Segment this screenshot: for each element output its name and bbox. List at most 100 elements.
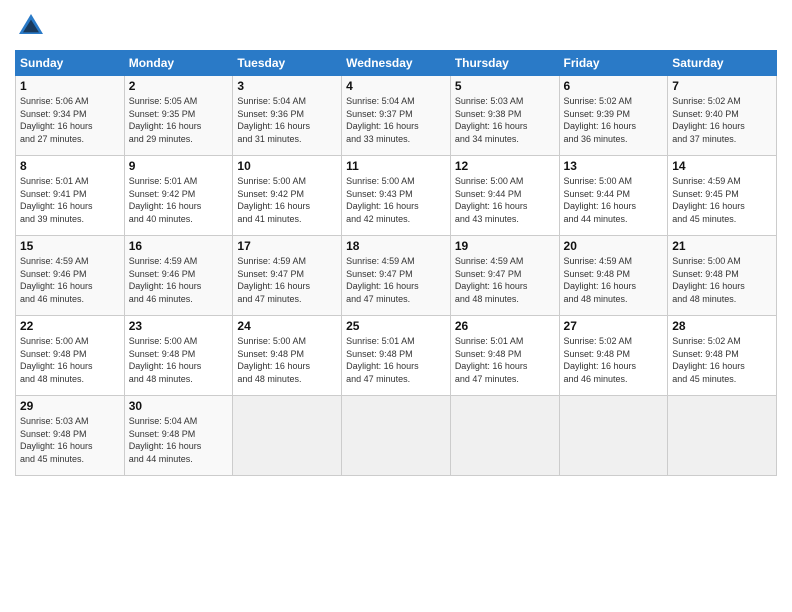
day-info: Sunrise: 5:00 AM Sunset: 9:42 PM Dayligh… bbox=[237, 175, 337, 225]
day-info: Sunrise: 5:06 AM Sunset: 9:34 PM Dayligh… bbox=[20, 95, 120, 145]
table-cell: 4 Sunrise: 5:04 AM Sunset: 9:37 PM Dayli… bbox=[342, 76, 451, 156]
day-number: 20 bbox=[564, 239, 664, 253]
table-cell: 22 Sunrise: 5:00 AM Sunset: 9:48 PM Dayl… bbox=[16, 316, 125, 396]
day-info: Sunrise: 4:59 AM Sunset: 9:45 PM Dayligh… bbox=[672, 175, 772, 225]
day-info: Sunrise: 4:59 AM Sunset: 9:47 PM Dayligh… bbox=[346, 255, 446, 305]
table-cell: 26 Sunrise: 5:01 AM Sunset: 9:48 PM Dayl… bbox=[450, 316, 559, 396]
day-info: Sunrise: 5:04 AM Sunset: 9:36 PM Dayligh… bbox=[237, 95, 337, 145]
day-number: 4 bbox=[346, 79, 446, 93]
table-cell: 15 Sunrise: 4:59 AM Sunset: 9:46 PM Dayl… bbox=[16, 236, 125, 316]
week-row-4: 22 Sunrise: 5:00 AM Sunset: 9:48 PM Dayl… bbox=[16, 316, 777, 396]
table-cell: 25 Sunrise: 5:01 AM Sunset: 9:48 PM Dayl… bbox=[342, 316, 451, 396]
day-number: 29 bbox=[20, 399, 120, 413]
day-info: Sunrise: 5:02 AM Sunset: 9:39 PM Dayligh… bbox=[564, 95, 664, 145]
day-number: 22 bbox=[20, 319, 120, 333]
day-number: 11 bbox=[346, 159, 446, 173]
calendar-body: 1 Sunrise: 5:06 AM Sunset: 9:34 PM Dayli… bbox=[16, 76, 777, 476]
calendar-header: SundayMondayTuesdayWednesdayThursdayFrid… bbox=[16, 51, 777, 76]
day-info: Sunrise: 5:03 AM Sunset: 9:48 PM Dayligh… bbox=[20, 415, 120, 465]
weekday-monday: Monday bbox=[124, 51, 233, 76]
day-info: Sunrise: 4:59 AM Sunset: 9:48 PM Dayligh… bbox=[564, 255, 664, 305]
table-cell: 16 Sunrise: 4:59 AM Sunset: 9:46 PM Dayl… bbox=[124, 236, 233, 316]
table-cell: 12 Sunrise: 5:00 AM Sunset: 9:44 PM Dayl… bbox=[450, 156, 559, 236]
day-info: Sunrise: 4:59 AM Sunset: 9:46 PM Dayligh… bbox=[20, 255, 120, 305]
logo-icon bbox=[15, 10, 47, 42]
weekday-sunday: Sunday bbox=[16, 51, 125, 76]
table-cell: 17 Sunrise: 4:59 AM Sunset: 9:47 PM Dayl… bbox=[233, 236, 342, 316]
day-info: Sunrise: 4:59 AM Sunset: 9:47 PM Dayligh… bbox=[237, 255, 337, 305]
day-info: Sunrise: 5:01 AM Sunset: 9:48 PM Dayligh… bbox=[455, 335, 555, 385]
header bbox=[15, 10, 777, 42]
table-cell: 9 Sunrise: 5:01 AM Sunset: 9:42 PM Dayli… bbox=[124, 156, 233, 236]
day-info: Sunrise: 4:59 AM Sunset: 9:47 PM Dayligh… bbox=[455, 255, 555, 305]
table-cell: 11 Sunrise: 5:00 AM Sunset: 9:43 PM Dayl… bbox=[342, 156, 451, 236]
day-number: 25 bbox=[346, 319, 446, 333]
day-info: Sunrise: 5:00 AM Sunset: 9:44 PM Dayligh… bbox=[564, 175, 664, 225]
day-info: Sunrise: 5:04 AM Sunset: 9:37 PM Dayligh… bbox=[346, 95, 446, 145]
week-row-1: 1 Sunrise: 5:06 AM Sunset: 9:34 PM Dayli… bbox=[16, 76, 777, 156]
table-cell: 14 Sunrise: 4:59 AM Sunset: 9:45 PM Dayl… bbox=[668, 156, 777, 236]
day-number: 23 bbox=[129, 319, 229, 333]
table-cell: 18 Sunrise: 4:59 AM Sunset: 9:47 PM Dayl… bbox=[342, 236, 451, 316]
day-info: Sunrise: 4:59 AM Sunset: 9:46 PM Dayligh… bbox=[129, 255, 229, 305]
table-cell: 2 Sunrise: 5:05 AM Sunset: 9:35 PM Dayli… bbox=[124, 76, 233, 156]
day-number: 16 bbox=[129, 239, 229, 253]
day-info: Sunrise: 5:02 AM Sunset: 9:40 PM Dayligh… bbox=[672, 95, 772, 145]
table-cell bbox=[342, 396, 451, 476]
weekday-tuesday: Tuesday bbox=[233, 51, 342, 76]
day-number: 26 bbox=[455, 319, 555, 333]
table-cell: 20 Sunrise: 4:59 AM Sunset: 9:48 PM Dayl… bbox=[559, 236, 668, 316]
day-info: Sunrise: 5:00 AM Sunset: 9:43 PM Dayligh… bbox=[346, 175, 446, 225]
day-info: Sunrise: 5:00 AM Sunset: 9:48 PM Dayligh… bbox=[672, 255, 772, 305]
day-number: 3 bbox=[237, 79, 337, 93]
table-cell: 21 Sunrise: 5:00 AM Sunset: 9:48 PM Dayl… bbox=[668, 236, 777, 316]
table-cell: 8 Sunrise: 5:01 AM Sunset: 9:41 PM Dayli… bbox=[16, 156, 125, 236]
table-cell: 27 Sunrise: 5:02 AM Sunset: 9:48 PM Dayl… bbox=[559, 316, 668, 396]
table-cell bbox=[450, 396, 559, 476]
day-number: 9 bbox=[129, 159, 229, 173]
day-number: 30 bbox=[129, 399, 229, 413]
day-info: Sunrise: 5:01 AM Sunset: 9:41 PM Dayligh… bbox=[20, 175, 120, 225]
table-cell bbox=[233, 396, 342, 476]
day-number: 5 bbox=[455, 79, 555, 93]
table-cell: 28 Sunrise: 5:02 AM Sunset: 9:48 PM Dayl… bbox=[668, 316, 777, 396]
day-number: 13 bbox=[564, 159, 664, 173]
week-row-3: 15 Sunrise: 4:59 AM Sunset: 9:46 PM Dayl… bbox=[16, 236, 777, 316]
day-info: Sunrise: 5:01 AM Sunset: 9:48 PM Dayligh… bbox=[346, 335, 446, 385]
table-cell: 23 Sunrise: 5:00 AM Sunset: 9:48 PM Dayl… bbox=[124, 316, 233, 396]
day-number: 27 bbox=[564, 319, 664, 333]
table-cell: 13 Sunrise: 5:00 AM Sunset: 9:44 PM Dayl… bbox=[559, 156, 668, 236]
day-info: Sunrise: 5:05 AM Sunset: 9:35 PM Dayligh… bbox=[129, 95, 229, 145]
table-cell bbox=[559, 396, 668, 476]
day-info: Sunrise: 5:01 AM Sunset: 9:42 PM Dayligh… bbox=[129, 175, 229, 225]
weekday-friday: Friday bbox=[559, 51, 668, 76]
table-cell: 1 Sunrise: 5:06 AM Sunset: 9:34 PM Dayli… bbox=[16, 76, 125, 156]
logo bbox=[15, 10, 51, 42]
day-info: Sunrise: 5:03 AM Sunset: 9:38 PM Dayligh… bbox=[455, 95, 555, 145]
day-number: 8 bbox=[20, 159, 120, 173]
day-info: Sunrise: 5:00 AM Sunset: 9:48 PM Dayligh… bbox=[237, 335, 337, 385]
day-info: Sunrise: 5:04 AM Sunset: 9:48 PM Dayligh… bbox=[129, 415, 229, 465]
day-number: 19 bbox=[455, 239, 555, 253]
page: SundayMondayTuesdayWednesdayThursdayFrid… bbox=[0, 0, 792, 612]
day-info: Sunrise: 5:00 AM Sunset: 9:44 PM Dayligh… bbox=[455, 175, 555, 225]
week-row-5: 29 Sunrise: 5:03 AM Sunset: 9:48 PM Dayl… bbox=[16, 396, 777, 476]
table-cell bbox=[668, 396, 777, 476]
day-number: 17 bbox=[237, 239, 337, 253]
table-cell: 24 Sunrise: 5:00 AM Sunset: 9:48 PM Dayl… bbox=[233, 316, 342, 396]
day-number: 2 bbox=[129, 79, 229, 93]
table-cell: 5 Sunrise: 5:03 AM Sunset: 9:38 PM Dayli… bbox=[450, 76, 559, 156]
calendar-table: SundayMondayTuesdayWednesdayThursdayFrid… bbox=[15, 50, 777, 476]
table-cell: 19 Sunrise: 4:59 AM Sunset: 9:47 PM Dayl… bbox=[450, 236, 559, 316]
day-info: Sunrise: 5:00 AM Sunset: 9:48 PM Dayligh… bbox=[20, 335, 120, 385]
table-cell: 30 Sunrise: 5:04 AM Sunset: 9:48 PM Dayl… bbox=[124, 396, 233, 476]
day-number: 24 bbox=[237, 319, 337, 333]
day-number: 28 bbox=[672, 319, 772, 333]
day-number: 6 bbox=[564, 79, 664, 93]
table-cell: 3 Sunrise: 5:04 AM Sunset: 9:36 PM Dayli… bbox=[233, 76, 342, 156]
day-info: Sunrise: 5:02 AM Sunset: 9:48 PM Dayligh… bbox=[564, 335, 664, 385]
table-cell: 6 Sunrise: 5:02 AM Sunset: 9:39 PM Dayli… bbox=[559, 76, 668, 156]
week-row-2: 8 Sunrise: 5:01 AM Sunset: 9:41 PM Dayli… bbox=[16, 156, 777, 236]
weekday-thursday: Thursday bbox=[450, 51, 559, 76]
table-cell: 10 Sunrise: 5:00 AM Sunset: 9:42 PM Dayl… bbox=[233, 156, 342, 236]
